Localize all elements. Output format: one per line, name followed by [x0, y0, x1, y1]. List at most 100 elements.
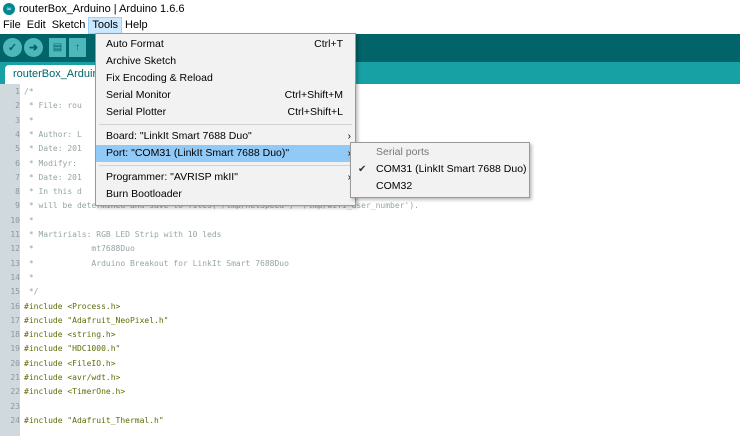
menu-help[interactable]: Help [122, 17, 151, 34]
line-number: 9 [15, 201, 20, 211]
arduino-logo-icon: ∞ [3, 2, 15, 15]
code-text: * File: rou [24, 101, 82, 111]
menu-separator [99, 124, 352, 125]
burn-bootloader-label: Burn Bootloader [106, 188, 182, 200]
line-number: 3 [15, 115, 20, 125]
submenu-header: Serial ports [351, 144, 529, 161]
serial-plotter-label: Serial Plotter [106, 106, 167, 118]
line-number: 5 [15, 144, 20, 154]
code-line: 19 #include "HDC1000.h" [0, 342, 740, 356]
tools-menu: Auto Format Ctrl+T Archive Sketch Fix En… [95, 33, 356, 206]
code-text: */ [24, 287, 39, 297]
code-text: /* [24, 87, 34, 96]
line-number: 17 [10, 315, 20, 325]
code-line: 23 [0, 400, 740, 414]
port-item-com31[interactable]: ✔ COM31 (LinkIt Smart 7688 Duo) [351, 161, 529, 178]
port-submenu: Serial ports ✔ COM31 (LinkIt Smart 7688 … [350, 142, 530, 198]
menu-tools[interactable]: Tools [88, 17, 123, 34]
menu-item-fix-encoding[interactable]: Fix Encoding & Reload [96, 70, 355, 87]
auto-format-shortcut: Ctrl+T [314, 38, 343, 50]
line-number: 18 [10, 330, 20, 340]
port-com31-label: COM31 (LinkIt Smart 7688 Duo) [376, 163, 527, 175]
code-line: 18 #include <string.h> [0, 328, 740, 342]
code-line: 24 #include "Adafruit_Thermal.h" [0, 414, 740, 428]
line-number: 4 [15, 129, 20, 139]
serial-monitor-shortcut: Ctrl+Shift+M [284, 89, 343, 101]
port-label: Port: "COM31 (LinkIt Smart 7688 Duo)" [106, 147, 290, 159]
line-number: 13 [10, 258, 20, 268]
archive-sketch-label: Archive Sketch [106, 55, 177, 67]
open-sketch-icon[interactable]: ↑ [69, 38, 86, 57]
code-text: * Author: L [24, 129, 82, 139]
tab-routerbox-arduino[interactable]: routerBox_Arduino [5, 65, 105, 84]
line-number: 8 [15, 187, 20, 197]
title-bar: ∞ routerBox_Arduino | Arduino 1.6.6 [0, 0, 740, 17]
code-text: #include <avr/wdt.h> [24, 373, 121, 382]
line-number: 24 [10, 415, 20, 425]
code-text: #include <Process.h> [24, 301, 121, 311]
line-number: 15 [10, 287, 20, 297]
line-number: 20 [10, 358, 20, 368]
code-text: #include <string.h> [24, 330, 116, 340]
menu-file[interactable]: File [0, 17, 24, 34]
board-label: Board: "LinkIt Smart 7688 Duo" [106, 130, 252, 142]
code-line: 11 * Martirials: RGB LED Strip with 10 l… [0, 228, 740, 242]
line-number: 11 [10, 230, 20, 239]
code-line: 17 #include "Adafruit_NeoPixel.h" [0, 314, 740, 328]
code-line: 22 #include <TimerOne.h> [0, 385, 740, 399]
menu-item-burn-bootloader[interactable]: Burn Bootloader [96, 186, 355, 203]
serial-monitor-label: Serial Monitor [106, 89, 171, 101]
code-text: #include "Adafruit_Thermal.h" [24, 415, 164, 425]
line-number: 16 [10, 301, 20, 311]
checkmark-icon: ✔ [358, 164, 367, 175]
fix-encoding-label: Fix Encoding & Reload [106, 72, 213, 84]
code-line: 13 * Arduino Breakout for LinkIt Smart 7… [0, 257, 740, 271]
line-number: 1 [15, 87, 20, 96]
code-line: 16 #include <Process.h> [0, 300, 740, 314]
code-text: * mt7688Duo [24, 244, 135, 254]
menu-sketch[interactable]: Sketch [49, 17, 89, 34]
menu-item-serial-monitor[interactable]: Serial Monitor Ctrl+Shift+M [96, 87, 355, 104]
line-number: 7 [15, 172, 20, 182]
window-title: routerBox_Arduino | Arduino 1.6.6 [19, 2, 185, 15]
port-com32-label: COM32 [376, 180, 413, 192]
menu-item-board[interactable]: Board: "LinkIt Smart 7688 Duo" › [96, 128, 355, 145]
code-text: * Martirials: RGB LED Strip with 10 leds [24, 230, 222, 239]
code-text: * [24, 272, 34, 282]
verify-icon[interactable]: ✓ [3, 38, 22, 57]
menu-item-port[interactable]: Port: "COM31 (LinkIt Smart 7688 Duo)" › [96, 145, 355, 162]
line-number: 22 [10, 387, 20, 397]
code-line: 12 * mt7688Duo [0, 242, 740, 256]
menu-bar: File Edit Sketch Tools Help [0, 17, 740, 34]
new-sketch-icon[interactable]: ▤ [49, 38, 66, 57]
code-text: * [24, 115, 34, 125]
auto-format-label: Auto Format [106, 38, 164, 50]
code-text: * Date: 201 [24, 144, 82, 154]
line-number: 23 [10, 401, 20, 411]
code-line: 21 #include <avr/wdt.h> [0, 371, 740, 385]
code-text: #include "Adafruit_NeoPixel.h" [24, 315, 169, 325]
code-text: #include <TimerOne.h> [24, 387, 126, 397]
menu-edit[interactable]: Edit [24, 17, 49, 34]
menu-item-serial-plotter[interactable]: Serial Plotter Ctrl+Shift+L [96, 104, 355, 121]
upload-icon[interactable]: ➜ [24, 38, 43, 57]
menu-separator [99, 165, 352, 166]
line-number: 19 [10, 344, 20, 354]
code-text: * In this d [24, 187, 82, 197]
code-text: #include "HDC1000.h" [24, 344, 121, 354]
programmer-label: Programmer: "AVRISP mkII" [106, 171, 238, 183]
code-text: * Arduino Breakout for LinkIt Smart 7688… [24, 258, 289, 268]
code-text: * Modifyr: [24, 158, 82, 168]
menu-item-archive-sketch[interactable]: Archive Sketch [96, 53, 355, 70]
menu-item-programmer[interactable]: Programmer: "AVRISP mkII" › [96, 169, 355, 186]
line-number: 12 [10, 244, 20, 254]
menu-item-auto-format[interactable]: Auto Format Ctrl+T [96, 36, 355, 53]
line-number: 6 [15, 158, 20, 168]
line-number: 2 [15, 101, 20, 111]
code-line: 15 */ [0, 285, 740, 299]
code-line: 14 * [0, 271, 740, 285]
code-line: 20 #include <FileIO.h> [0, 357, 740, 371]
line-number: 14 [10, 272, 20, 282]
port-item-com32[interactable]: COM32 [351, 178, 529, 195]
line-number: 21 [10, 373, 20, 382]
